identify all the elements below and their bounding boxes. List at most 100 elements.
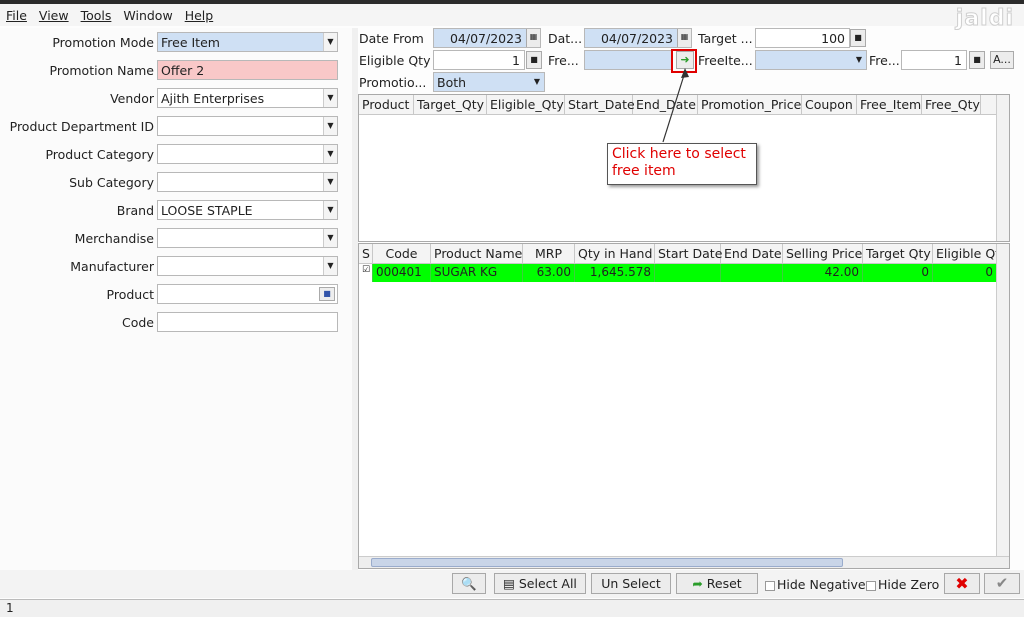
column-header[interactable]: Target_Qty <box>414 95 487 114</box>
menu-bar: File View Tools Window Help <box>0 4 1024 26</box>
confirm-button[interactable]: ✔ <box>984 573 1020 594</box>
calendar-icon[interactable]: ▦ <box>677 29 691 47</box>
horizontal-scrollbar[interactable] <box>359 556 1009 568</box>
merchandise-select[interactable]: ▼ <box>157 228 338 248</box>
category-select[interactable]: ▼ <box>157 144 338 164</box>
vertical-scrollbar[interactable] <box>996 244 1009 568</box>
preview-button[interactable]: 🔍 <box>452 573 486 594</box>
hide-zero-toggle[interactable]: Hide Zero <box>866 577 939 592</box>
product-row: Product ■ <box>0 284 352 304</box>
vendor-label: Vendor <box>110 91 154 106</box>
promotion-label: Promotio... <box>359 75 427 90</box>
menu-view[interactable]: View <box>39 8 69 23</box>
hide-negative-toggle[interactable]: Hide Negative <box>765 577 866 592</box>
vertical-scrollbar[interactable] <box>996 95 1009 241</box>
tooltip-callout: Click here to select free item <box>607 143 757 185</box>
cell-selling-price[interactable]: 42.00 <box>783 264 863 282</box>
eligible-qty-input[interactable]: 1 <box>433 50 525 70</box>
action-bar: 🔍 ▤ Select All Un Select ➦ Reset Hide Ne… <box>0 570 1024 598</box>
chevron-down-icon[interactable]: ▼ <box>323 257 337 275</box>
promotion-select[interactable]: Both ▼ <box>433 72 545 92</box>
cell-code: 000401 <box>373 264 431 282</box>
manufacturer-select[interactable]: ▼ <box>157 256 338 276</box>
menu-file[interactable]: File <box>6 8 27 23</box>
date-from-input[interactable]: 04/07/2023 ▦ <box>433 28 541 48</box>
free-item-select[interactable]: ▼ <box>755 50 867 70</box>
menu-help[interactable]: Help <box>185 8 214 23</box>
department-select[interactable]: ▼ <box>157 116 338 136</box>
cell-start-date[interactable] <box>655 264 721 282</box>
promotion-mode-label: Promotion Mode <box>52 35 154 50</box>
cancel-button[interactable]: ✖ <box>944 573 980 594</box>
date-to-input[interactable]: 04/07/2023 ▦ <box>584 28 692 48</box>
spinner-icon[interactable]: ■ <box>850 29 866 47</box>
column-header[interactable]: Free_Item <box>857 95 922 114</box>
brand-row: Brand LOOSE STAPLE ▼ <box>0 200 352 220</box>
vendor-select[interactable]: Ajith Enterprises ▼ <box>157 88 338 108</box>
department-label: Product Department ID <box>9 119 154 134</box>
column-header[interactable]: Eligible_Qty <box>487 95 565 114</box>
chevron-down-icon[interactable]: ▼ <box>323 201 337 219</box>
brand-select[interactable]: LOOSE STAPLE ▼ <box>157 200 338 220</box>
column-header[interactable]: Promotion_Price <box>698 95 802 114</box>
free-qty-input[interactable]: 1 <box>901 50 967 70</box>
column-header[interactable]: Start_Date <box>565 95 635 114</box>
reset-button[interactable]: ➦ Reset <box>676 573 758 594</box>
calendar-icon[interactable]: ▦ <box>526 29 540 47</box>
menu-tools[interactable]: Tools <box>81 8 112 23</box>
sub-category-select[interactable]: ▼ <box>157 172 338 192</box>
column-header[interactable]: Qty in Hand <box>575 244 655 263</box>
add-button[interactable]: A... <box>990 51 1014 69</box>
column-header[interactable]: Eligible Qty <box>933 244 1007 263</box>
column-header[interactable]: Code <box>373 244 431 263</box>
chevron-down-icon[interactable]: ▼ <box>323 89 337 107</box>
date-from-label: Date From <box>359 31 424 46</box>
column-header[interactable]: Selling Price <box>783 244 863 263</box>
refresh-icon: ➦ <box>692 576 707 591</box>
column-header[interactable]: Start Date <box>655 244 722 263</box>
sub-category-label: Sub Category <box>69 175 154 190</box>
column-header[interactable]: Product Name <box>431 244 523 263</box>
chevron-down-icon[interactable]: ▼ <box>323 33 337 51</box>
category-row: Product Category ▼ <box>0 144 352 164</box>
product-grid-header: S Code Product Name MRP Qty in Hand Star… <box>359 244 1009 264</box>
column-header[interactable]: Free_Qty <box>922 95 981 114</box>
promotion-mode-select[interactable]: Free Item ▼ <box>157 32 338 52</box>
spinner-icon[interactable]: ■ <box>526 51 542 69</box>
checkbox-icon[interactable] <box>765 580 775 591</box>
chevron-down-icon[interactable]: ▼ <box>530 73 544 91</box>
chevron-down-icon[interactable]: ▼ <box>323 173 337 191</box>
scroll-thumb[interactable] <box>371 558 843 567</box>
column-header[interactable]: Coupon <box>802 95 857 114</box>
department-row: Product Department ID ▼ <box>0 116 352 136</box>
cell-target-qty[interactable]: 0 <box>863 264 933 282</box>
cell-product-name: SUGAR KG <box>431 264 523 282</box>
select-all-button[interactable]: ▤ Select All <box>494 573 586 594</box>
row-checkbox[interactable]: ☑ <box>359 264 373 282</box>
table-row[interactable]: ☑ 000401 SUGAR KG 63.00 1,645.578 42.00 … <box>359 264 1009 282</box>
status-bar: 1 <box>0 599 1024 617</box>
column-header[interactable]: End Date <box>721 244 783 263</box>
lookup-icon[interactable]: ■ <box>319 287 335 301</box>
callout-arrow <box>662 68 689 143</box>
chevron-down-icon[interactable]: ▼ <box>323 117 337 135</box>
menu-window[interactable]: Window <box>123 8 172 23</box>
column-header[interactable]: S <box>359 244 373 263</box>
chevron-down-icon[interactable]: ▼ <box>323 145 337 163</box>
column-header[interactable]: Product <box>359 95 414 114</box>
manufacturer-label: Manufacturer <box>70 259 154 274</box>
code-input[interactable] <box>157 312 338 332</box>
target-input[interactable]: 100 <box>755 28 850 48</box>
spinner-icon[interactable]: ■ <box>969 51 985 69</box>
chevron-down-icon[interactable]: ▼ <box>852 51 866 69</box>
product-input[interactable]: ■ <box>157 284 338 304</box>
column-header[interactable]: Target Qty <box>863 244 933 263</box>
un-select-button[interactable]: Un Select <box>591 573 671 594</box>
promotion-name-input[interactable]: Offer 2 <box>157 60 338 80</box>
product-label: Product <box>106 287 154 302</box>
cell-eligible-qty[interactable]: 0 <box>933 264 997 282</box>
chevron-down-icon[interactable]: ▼ <box>323 229 337 247</box>
column-header[interactable]: MRP <box>523 244 575 263</box>
checkbox-icon[interactable] <box>866 580 876 591</box>
cell-end-date[interactable] <box>721 264 783 282</box>
